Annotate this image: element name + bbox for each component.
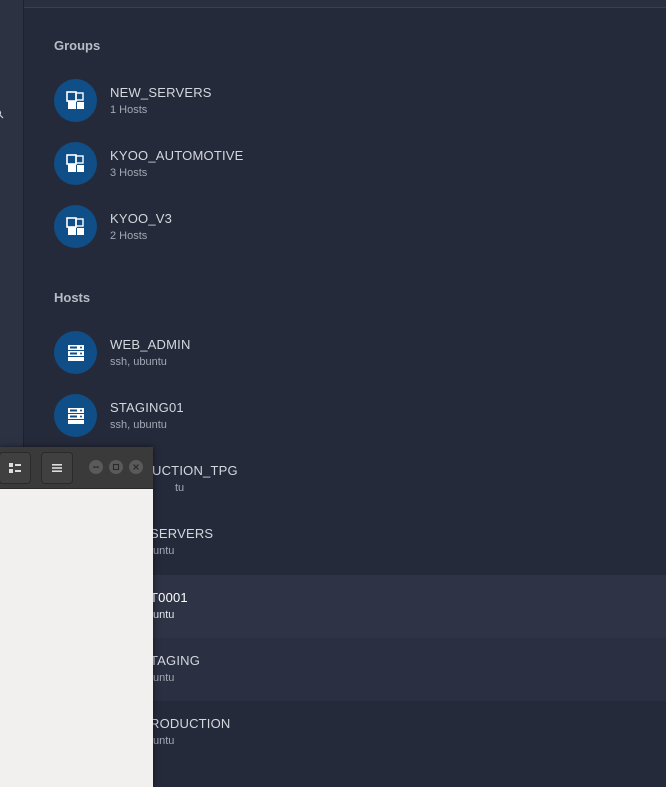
group-icon [54,205,97,248]
server-icon [54,331,97,374]
host-name: T0001 [150,590,188,605]
group-name: KYOO_V3 [110,211,173,226]
hosts-heading: Hosts [54,290,91,305]
maximize-button[interactable] [109,460,123,474]
host-name: WEB_ADMIN [110,337,191,352]
group-row[interactable]: KYOO_AUTOMOTIVE 3 Hosts [24,133,666,196]
group-icon [54,79,97,122]
groups-heading: Groups [54,38,101,53]
group-host-count: 2 Hosts [110,230,148,242]
host-name: RODUCTION [150,716,231,731]
host-row[interactable]: WEB_ADMIN ssh, ubuntu [24,322,666,385]
window-content [0,489,153,787]
host-detail: untu [153,609,175,621]
minimize-icon [93,466,99,468]
top-bar [24,0,666,8]
group-host-count: 3 Hosts [110,167,148,179]
group-name: NEW_SERVERS [110,85,212,100]
host-name: SERVERS [150,526,214,541]
close-button[interactable] [129,460,143,474]
group-name: KYOO_AUTOMOTIVE [110,148,244,163]
host-detail: untu [153,735,175,747]
hamburger-icon [52,464,62,472]
group-row[interactable]: NEW_SERVERS 1 Hosts [24,70,666,133]
host-detail: tu [175,482,185,494]
maximize-icon [112,463,120,471]
window-header [0,447,153,489]
group-host-count: 1 Hosts [110,104,148,116]
minimize-button[interactable] [89,460,103,474]
overlay-window [0,447,153,787]
host-name: TAGING [150,653,201,668]
close-icon [133,464,139,470]
host-detail: ssh, ubuntu [110,419,167,431]
host-name: UCTION_TPG [152,463,238,478]
search-icon[interactable] [0,110,5,120]
host-detail: ssh, ubuntu [110,356,167,368]
host-detail: untu [153,545,175,557]
group-icon [54,142,97,185]
view-toggle-button[interactable] [0,452,31,484]
grid-view-icon [9,463,21,473]
menu-button[interactable] [41,452,73,484]
host-name: STAGING01 [110,400,184,415]
host-row[interactable]: STAGING01 ssh, ubuntu [24,385,666,448]
host-detail: untu [153,672,175,684]
server-icon [54,394,97,437]
group-row[interactable]: KYOO_V3 2 Hosts [24,196,666,259]
